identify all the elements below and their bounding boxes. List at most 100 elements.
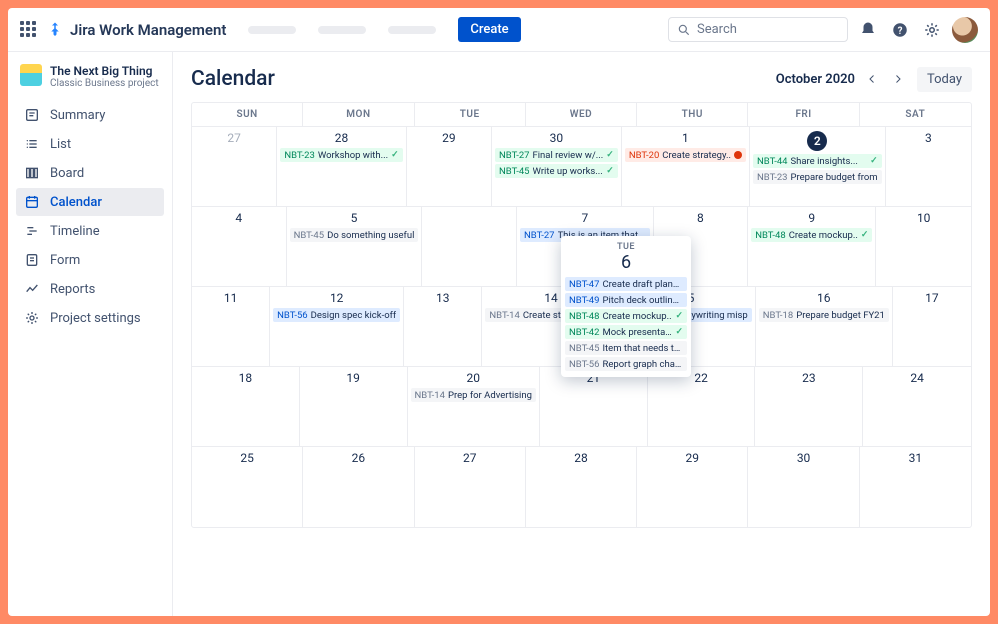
calendar-day[interactable]: 28 NBT-23Workshop with...✓ — [277, 127, 406, 207]
today-button[interactable]: Today — [917, 67, 972, 92]
popover-dow: TUE — [565, 242, 687, 252]
event-pill[interactable]: NBT-48Create mockup..✓ — [751, 228, 872, 242]
calendar-day[interactable]: 26 — [303, 447, 414, 527]
check-icon: ✓ — [606, 166, 614, 176]
event-pill[interactable]: NBT-14Prep for Advertising — [411, 388, 536, 402]
sidebar-item-summary[interactable]: Summary — [16, 101, 164, 129]
event-pill[interactable]: NBT-42Mock presenta...✓ — [565, 325, 687, 339]
app-switcher-icon[interactable] — [20, 21, 38, 39]
event-pill[interactable]: NBT-23Prepare budget from — [753, 170, 882, 184]
sidebar-item-board[interactable]: Board — [16, 159, 164, 187]
calendar-day[interactable]: 11 — [192, 287, 270, 367]
calendar-day[interactable] — [422, 207, 517, 287]
calendar-day[interactable]: 31 — [860, 447, 971, 527]
calendar-day[interactable]: 23 — [755, 367, 863, 447]
project-header[interactable]: The Next Big Thing Classic Business proj… — [16, 64, 164, 89]
calendar-day[interactable]: 29 — [637, 447, 748, 527]
product-logo[interactable]: Jira Work Management — [46, 21, 226, 39]
calendar-day[interactable]: 27 — [192, 127, 277, 207]
event-key: NBT-45 — [294, 230, 324, 241]
event-title: Final review w/... — [533, 150, 604, 161]
next-month-button[interactable] — [885, 66, 911, 92]
event-pill[interactable]: NBT-27Final review w/...✓ — [495, 148, 618, 162]
event-pill[interactable]: NBT-18Prepare budget FY21 — [759, 308, 889, 322]
calendar-day[interactable]: 30 — [748, 447, 859, 527]
day-number: 24 — [866, 371, 968, 385]
sidebar-item-list[interactable]: List — [16, 130, 164, 158]
calendar-day[interactable]: 3 — [886, 127, 971, 207]
calendar-day[interactable]: 5NBT-45Do something useful — [287, 207, 423, 287]
event-key: NBT-48 — [755, 230, 785, 241]
project-type: Classic Business project — [50, 78, 159, 89]
notifications-icon[interactable] — [856, 18, 880, 42]
event-pill[interactable]: NBT-45Do something useful — [290, 228, 419, 242]
sidebar-item-timeline[interactable]: Timeline — [16, 217, 164, 245]
calendar-day[interactable]: 20NBT-14Prep for Advertising — [408, 367, 540, 447]
calendar-day[interactable]: 24 — [863, 367, 971, 447]
prev-month-button[interactable] — [859, 66, 885, 92]
calendar-day[interactable]: 27 — [415, 447, 526, 527]
dow-header: FRI — [748, 103, 859, 127]
calendar-day[interactable]: 19 — [300, 367, 408, 447]
sidebar-item-project-settings[interactable]: Project settings — [16, 304, 164, 332]
event-pill[interactable]: NBT-49Pitch deck outline ... — [565, 293, 687, 307]
event-pill[interactable]: NBT-45Write up works...✓ — [495, 164, 618, 178]
calendar-day[interactable]: 13 — [404, 287, 482, 367]
svg-text:?: ? — [898, 25, 903, 36]
day-number: 1 — [625, 131, 746, 145]
event-pill[interactable]: NBT-23Workshop with...✓ — [280, 148, 402, 162]
event-title: Create draft plannin... — [602, 279, 683, 290]
event-pill[interactable]: NBT-56Report graph chart... — [565, 357, 687, 371]
event-key: NBT-45 — [569, 343, 599, 354]
calendar-day[interactable]: 16NBT-18Prepare budget FY21 — [756, 287, 893, 367]
sidebar-item-reports[interactable]: Reports — [16, 275, 164, 303]
event-pill[interactable]: NBT-20Create strategy.. — [625, 148, 746, 162]
settings-icon[interactable] — [920, 18, 944, 42]
sidebar-item-form[interactable]: Form — [16, 246, 164, 274]
calendar-day[interactable]: 21 — [540, 367, 648, 447]
calendar-day[interactable]: 18 — [192, 367, 300, 447]
month-label: October 2020 — [776, 72, 855, 87]
event-pill[interactable]: NBT-44Share insights...✓ — [753, 154, 882, 168]
event-pill[interactable]: NBT-48Create mockup..✓ — [565, 309, 687, 323]
help-icon[interactable]: ? — [888, 18, 912, 42]
top-navigation: Jira Work Management Create Search ? — [8, 8, 990, 52]
dow-header: TUE — [415, 103, 526, 127]
calendar-day[interactable]: 30NBT-27Final review w/...✓NBT-45Write u… — [492, 127, 622, 207]
calendar-day[interactable]: 17 — [893, 287, 971, 367]
event-title: Create strategy.. — [662, 150, 731, 161]
sidebar: The Next Big Thing Classic Business proj… — [8, 52, 173, 616]
calendar-day[interactable]: 1 NBT-20Create strategy.. — [622, 127, 750, 207]
day-number: 7 — [520, 211, 650, 225]
calendar-day[interactable]: 29 — [407, 127, 492, 207]
event-key: NBT-56 — [277, 310, 307, 321]
calendar-day[interactable]: 9NBT-48Create mockup..✓ — [748, 207, 876, 287]
check-icon: ✓ — [606, 150, 614, 160]
dow-header: THU — [637, 103, 748, 127]
create-button[interactable]: Create — [458, 17, 520, 42]
event-key: NBT-14 — [489, 310, 519, 321]
calendar-day[interactable]: 12NBT-56Design spec kick-off — [270, 287, 404, 367]
day-number: 28 — [280, 131, 402, 145]
calendar-day[interactable]: 25 — [192, 447, 303, 527]
calendar-day[interactable]: 22 — [648, 367, 756, 447]
event-title: Prepare budget FY21 — [796, 310, 885, 321]
calendar-day[interactable]: 2NBT-44Share insights...✓NBT-23Prepare b… — [750, 127, 886, 207]
sidebar-item-calendar[interactable]: Calendar — [16, 188, 164, 216]
dow-header: MON — [303, 103, 414, 127]
summary-icon — [24, 107, 40, 123]
sidebar-item-label: Summary — [50, 108, 105, 123]
search-input[interactable]: Search — [668, 17, 848, 42]
calendar-day[interactable]: 4 — [192, 207, 287, 287]
check-icon: ✓ — [675, 327, 683, 337]
sidebar-item-label: Timeline — [50, 224, 100, 239]
event-pill[interactable]: NBT-47Create draft plannin... — [565, 277, 687, 291]
event-pill[interactable]: NBT-45Item that needs to ... — [565, 341, 687, 355]
reports-icon — [24, 281, 40, 297]
day-number: 29 — [410, 131, 488, 145]
event-pill[interactable]: NBT-56Design spec kick-off — [273, 308, 400, 322]
calendar-day[interactable]: 28 — [526, 447, 637, 527]
calendar-day[interactable]: 10 — [876, 207, 971, 287]
day-number: 27 — [195, 131, 273, 145]
user-avatar[interactable] — [952, 17, 978, 43]
